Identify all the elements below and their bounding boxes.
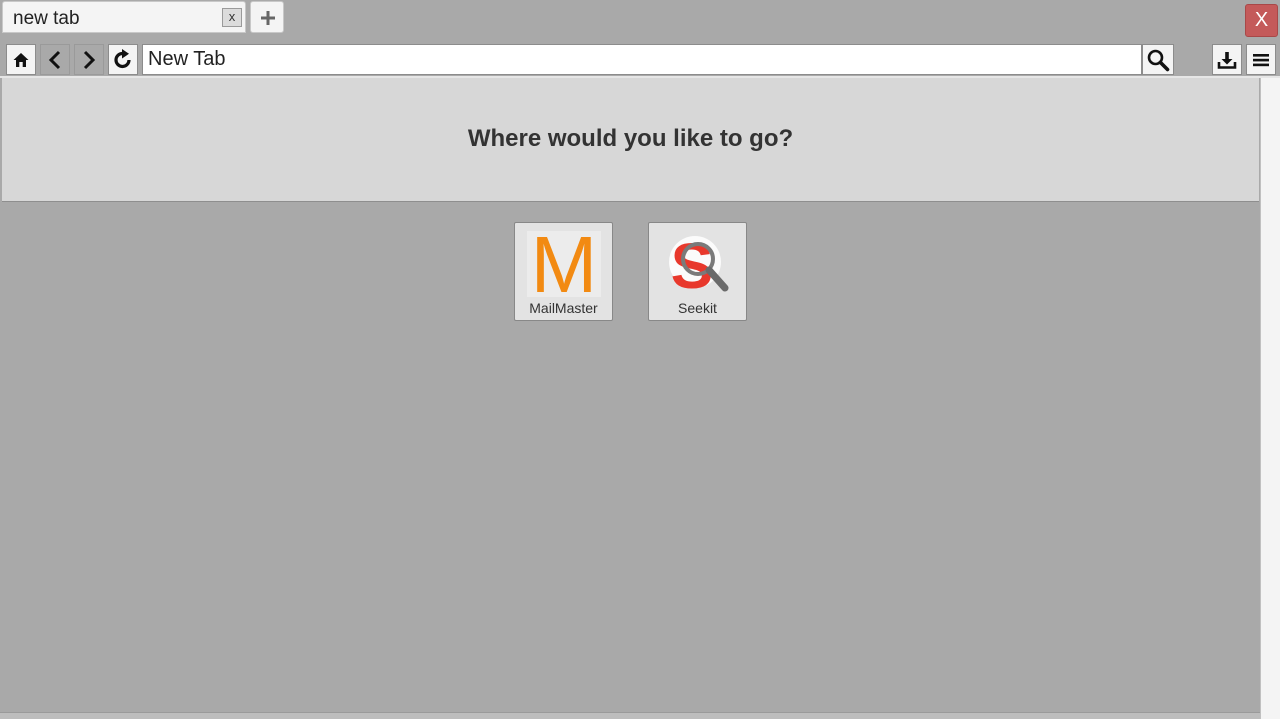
new-tab-button[interactable]: [250, 1, 284, 33]
reload-icon: [114, 48, 131, 68]
forward-icon: [83, 50, 96, 69]
back-icon: [48, 50, 61, 69]
back-button[interactable]: [40, 44, 70, 75]
tab-title: new tab: [13, 8, 80, 29]
tab-strip: new tab x X: [0, 0, 1280, 40]
address-bar[interactable]: [142, 44, 1142, 75]
horizontal-scrollbar[interactable]: [0, 712, 1260, 719]
plus-icon: [261, 11, 275, 25]
page-content: Where would you like to go? M MailMaster…: [2, 78, 1259, 714]
window-close-button[interactable]: X: [1245, 4, 1278, 37]
tile-label: Seekit: [678, 300, 717, 316]
toolbar: [0, 40, 1280, 78]
vertical-scrollbar[interactable]: [1260, 78, 1280, 719]
hero-banner: Where would you like to go?: [2, 78, 1259, 202]
tile-mailmaster[interactable]: M MailMaster: [514, 222, 613, 321]
seekit-logo-icon: S: [669, 231, 729, 297]
mailmaster-logo-icon: M: [527, 231, 601, 297]
home-button[interactable]: [6, 44, 36, 75]
download-icon: [1217, 51, 1237, 69]
tile-label: MailMaster: [529, 300, 598, 316]
svg-text:M: M: [531, 231, 598, 297]
svg-text:S: S: [671, 231, 714, 297]
forward-button[interactable]: [74, 44, 104, 75]
tab-new-tab[interactable]: new tab x: [2, 1, 246, 33]
home-icon: [13, 52, 29, 67]
tile-seekit[interactable]: S Seekit: [648, 222, 747, 321]
tab-close-button[interactable]: x: [222, 8, 242, 27]
download-button[interactable]: [1212, 44, 1242, 75]
menu-button[interactable]: [1246, 44, 1276, 75]
search-button[interactable]: [1142, 44, 1174, 75]
search-icon: [1147, 49, 1170, 71]
reload-button[interactable]: [108, 44, 138, 75]
menu-icon: [1253, 53, 1269, 66]
page-heading: Where would you like to go?: [467, 125, 794, 152]
